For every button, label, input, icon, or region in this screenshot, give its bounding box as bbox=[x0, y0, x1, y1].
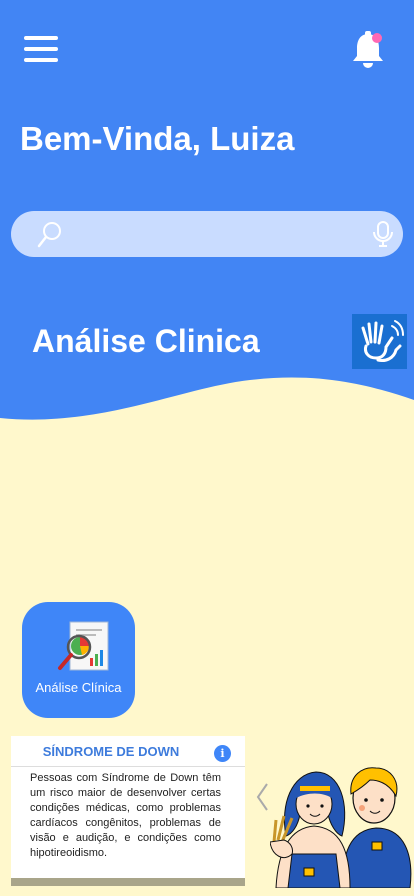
search-icon[interactable] bbox=[36, 221, 62, 249]
microphone-icon[interactable] bbox=[371, 220, 395, 248]
greeting-title: Bem-Vinda, Luiza bbox=[20, 120, 295, 157]
clinical-report-icon bbox=[58, 621, 109, 671]
info-card-title: SÍNDROME DE DOWN bbox=[42, 744, 180, 759]
children-illustration bbox=[270, 767, 412, 888]
notification-bell-icon[interactable] bbox=[350, 30, 386, 70]
info-card-text: Pessoas com Síndrome de Down têm um risc… bbox=[30, 772, 221, 859]
search-bar[interactable] bbox=[11, 211, 403, 257]
menu-button[interactable] bbox=[24, 36, 60, 64]
search-input[interactable] bbox=[65, 219, 359, 251]
info-card-bottom-bar bbox=[11, 878, 245, 886]
info-card: SÍNDROME DE DOWN i Pessoas com Síndrome … bbox=[11, 736, 245, 886]
section-title: Análise Clinica bbox=[32, 323, 260, 359]
clinical-analysis-card[interactable]: Análise Clínica bbox=[22, 602, 135, 718]
clinical-analysis-label: Análise Clínica bbox=[35, 680, 122, 695]
divider bbox=[11, 766, 245, 767]
sign-language-icon[interactable] bbox=[352, 314, 407, 369]
info-icon[interactable]: i bbox=[214, 745, 231, 762]
notification-badge bbox=[372, 33, 382, 43]
